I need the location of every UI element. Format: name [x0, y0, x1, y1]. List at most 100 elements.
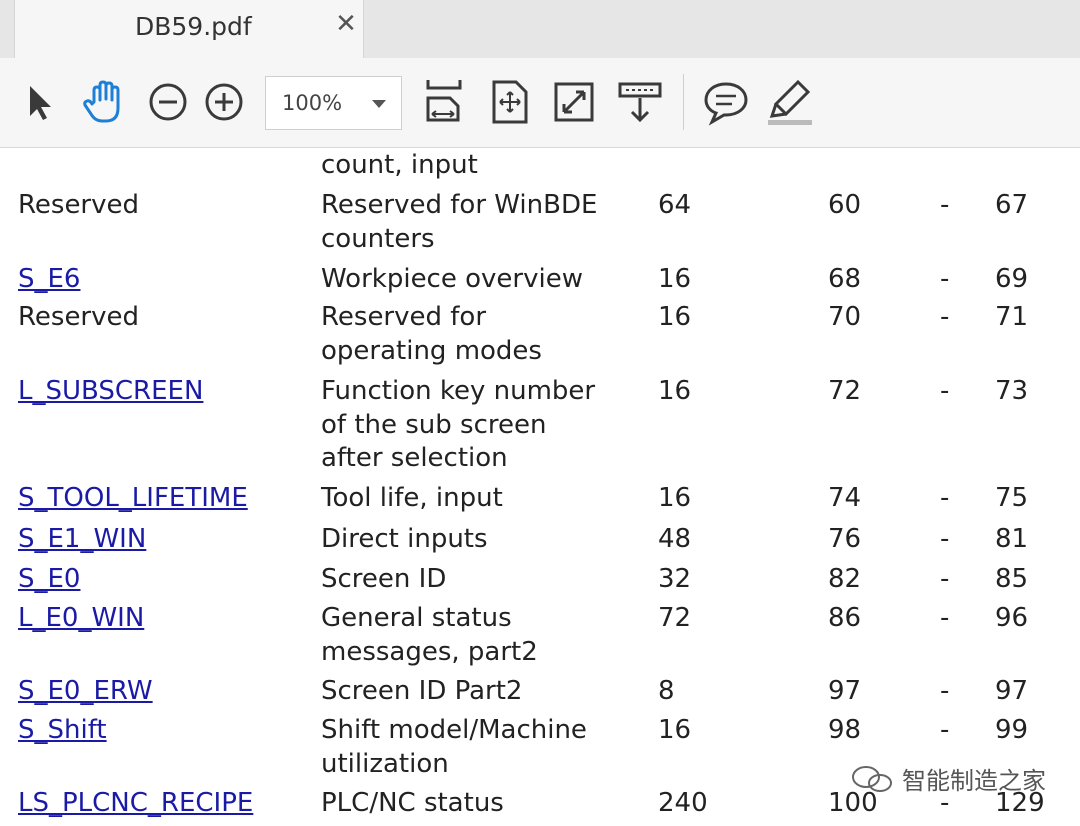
row-description: of the sub screen	[321, 409, 547, 440]
pdf-page-content: count, input Reserved Reserved for WinBDE…	[0, 148, 1080, 826]
row-name[interactable]: S_E0_ERW	[18, 674, 153, 708]
wechat-icon	[852, 765, 892, 792]
row-length: 16	[658, 376, 692, 406]
row-end: 69	[995, 264, 1029, 294]
row-name: Reserved	[18, 190, 140, 220]
row-description: operating modes	[321, 335, 542, 366]
select-tool-button[interactable]	[14, 76, 66, 128]
row-end: 73	[995, 376, 1029, 406]
row-description: Direct inputs	[321, 524, 488, 554]
fit-width-button[interactable]	[418, 76, 470, 128]
row-end: 97	[995, 676, 1029, 706]
row-description: Reserved for WinBDE	[321, 190, 598, 220]
full-screen-icon	[554, 82, 594, 122]
row-length: 8	[658, 676, 675, 706]
chevron-down-icon	[372, 100, 386, 108]
row-description: after selection	[321, 443, 508, 473]
row-start: 86	[828, 603, 862, 633]
row-name[interactable]: S_E1_WIN	[18, 522, 146, 556]
fit-page-button[interactable]	[484, 76, 536, 128]
watermark: 智能制造之家	[850, 761, 1046, 796]
zoom-level-value: 100%	[282, 91, 343, 115]
tab-title: DB59.pdf	[135, 12, 252, 41]
row-description: Tool life, input	[321, 483, 503, 513]
fit-width-icon	[426, 80, 462, 122]
scroll-down-icon	[618, 82, 662, 123]
row-length: 32	[658, 564, 692, 594]
row-end: 99	[995, 715, 1029, 745]
row-length: 16	[658, 264, 692, 294]
row-name[interactable]: S_Shift	[18, 713, 107, 747]
row-dash: -	[940, 524, 950, 554]
watermark-text: 智能制造之家	[902, 767, 1046, 795]
row-length: 16	[658, 302, 692, 332]
row-name[interactable]: S_TOOL_LIFETIME	[18, 481, 248, 515]
fit-page-icon	[492, 80, 528, 124]
row-start: 70	[828, 302, 862, 332]
zoom-out-button[interactable]	[142, 76, 194, 128]
row-length: 16	[658, 715, 692, 745]
row-name[interactable]: L_SUBSCREEN	[18, 374, 203, 408]
row-description: Shift model/Machine	[321, 715, 587, 745]
row-start: 82	[828, 564, 862, 594]
row-dash: -	[940, 302, 950, 332]
row-end: 71	[995, 302, 1029, 332]
row-description: Screen ID	[321, 564, 447, 594]
zoom-in-button[interactable]	[198, 76, 250, 128]
highlighter-icon	[768, 79, 812, 125]
row-description: utilization	[321, 748, 449, 779]
row-description: PLC/NC status	[321, 788, 504, 818]
full-screen-button[interactable]	[548, 76, 600, 128]
row-description: Workpiece overview	[321, 264, 583, 294]
tab-db59[interactable]: DB59.pdf ✕	[14, 0, 364, 58]
row-length: 48	[658, 524, 692, 554]
row-name[interactable]: LS_PLCNC_RECIPE	[18, 786, 253, 820]
row-description: messages, part2	[321, 636, 538, 667]
row-dash: -	[940, 603, 950, 633]
row-dash: -	[940, 376, 950, 406]
row-end: 81	[995, 524, 1029, 554]
close-icon[interactable]: ✕	[331, 10, 361, 40]
zoom-out-icon	[149, 83, 187, 121]
row-start: 76	[828, 524, 862, 554]
toolbar: 100%	[0, 58, 1080, 148]
zoom-in-icon	[205, 83, 243, 121]
highlight-button[interactable]	[764, 76, 816, 128]
row-end: 85	[995, 564, 1029, 594]
comment-icon	[704, 82, 748, 126]
row-length: 64	[658, 190, 692, 220]
row-description: Function key number	[321, 376, 596, 406]
row-start: 60	[828, 190, 862, 220]
row-start: 72	[828, 376, 862, 406]
toolbar-separator	[683, 74, 684, 130]
row-start: 74	[828, 483, 862, 513]
row-dash: -	[940, 564, 950, 594]
cursor-arrow-icon	[30, 86, 51, 120]
row-description: Screen ID Part2	[321, 676, 523, 706]
row-description: counters	[321, 223, 435, 254]
row-dash: -	[940, 264, 950, 294]
zoom-level-select[interactable]: 100%	[265, 76, 402, 130]
row-end: 75	[995, 483, 1029, 513]
row-name[interactable]: L_E0_WIN	[18, 601, 144, 635]
row-length: 72	[658, 603, 692, 633]
comment-button[interactable]	[700, 76, 752, 128]
row-description: General status	[321, 603, 512, 633]
read-mode-button[interactable]	[614, 76, 666, 128]
row-dash: -	[940, 676, 950, 706]
hand-icon	[83, 80, 120, 123]
row-name[interactable]: S_E0	[18, 562, 80, 596]
tab-bar: DB59.pdf ✕	[0, 0, 1080, 58]
row-start: 68	[828, 264, 862, 294]
row-description: Reserved for	[321, 302, 487, 332]
row-name[interactable]: S_E6	[18, 262, 80, 296]
row-start: 97	[828, 676, 862, 706]
partial-row-description: count, input	[321, 150, 478, 180]
row-start: 98	[828, 715, 862, 745]
row-length: 16	[658, 483, 692, 513]
row-dash: -	[940, 483, 950, 513]
row-length: 240	[658, 788, 708, 818]
hand-tool-button[interactable]	[78, 76, 130, 128]
row-dash: -	[940, 715, 950, 745]
row-name: Reserved	[18, 302, 140, 332]
